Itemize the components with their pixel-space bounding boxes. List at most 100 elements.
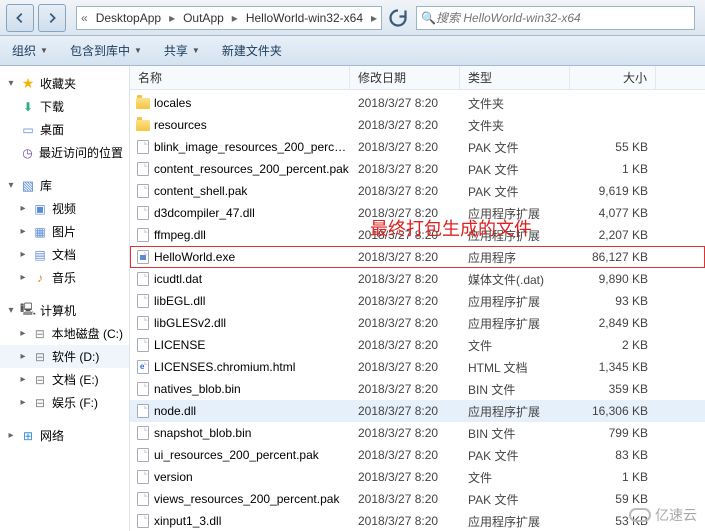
file-row[interactable]: natives_blob.bin2018/3/27 8:20BIN 文件359 … [130, 378, 705, 400]
chevron-left-icon[interactable]: « [79, 11, 90, 25]
picture-icon: ▦ [32, 224, 48, 240]
file-row[interactable]: HelloWorld.exe2018/3/27 8:20应用程序86,127 K… [130, 246, 705, 268]
file-date: 2018/3/27 8:20 [350, 118, 460, 132]
expand-icon[interactable]: ▸ [18, 351, 28, 362]
file-row[interactable]: d3dcompiler_47.dll2018/3/27 8:20应用程序扩展4,… [130, 202, 705, 224]
breadcrumb-part[interactable]: DesktopApp [90, 9, 167, 27]
share-menu[interactable]: 共享▼ [164, 42, 200, 59]
tree-drive-e[interactable]: ▸⊟文档 (E:) [0, 368, 129, 391]
file-row[interactable]: xinput1_3.dll2018/3/27 8:20应用程序扩展53 KB [130, 510, 705, 531]
tree-drive-d[interactable]: ▸⊟软件 (D:) [0, 345, 129, 368]
collapse-icon[interactable]: ▾ [6, 305, 16, 316]
include-menu[interactable]: 包含到库中▼ [70, 42, 142, 59]
file-row[interactable]: resources2018/3/27 8:20文件夹 [130, 114, 705, 136]
tree-downloads[interactable]: ⬇下载 [0, 95, 129, 118]
chevron-right-icon: ▸ [369, 11, 379, 25]
file-size: 4,077 KB [570, 206, 648, 220]
breadcrumb[interactable]: « DesktopApp ▸ OutApp ▸ HelloWorld-win32… [76, 6, 382, 30]
tree-documents[interactable]: ▸▤文档 [0, 243, 129, 266]
drive-icon: ⊟ [32, 372, 48, 388]
tree-music[interactable]: ▸♪音乐 [0, 266, 129, 289]
main-area: ▾★收藏夹 ⬇下载 ▭桌面 ◷最近访问的位置 ▾▧库 ▸▣视频 ▸▦图片 ▸▤文… [0, 66, 705, 531]
expand-icon[interactable]: ▸ [18, 203, 28, 214]
file-name: snapshot_blob.bin [152, 426, 350, 440]
file-date: 2018/3/27 8:20 [350, 250, 460, 264]
file-icon [137, 162, 149, 176]
expand-icon[interactable]: ▸ [18, 397, 28, 408]
file-row[interactable]: ffmpeg.dll2018/3/27 8:20应用程序扩展2,207 KB [130, 224, 705, 246]
chevron-down-icon: ▼ [40, 46, 48, 55]
tree-pictures[interactable]: ▸▦图片 [0, 220, 129, 243]
file-date: 2018/3/27 8:20 [350, 448, 460, 462]
file-row[interactable]: libGLESv2.dll2018/3/27 8:20应用程序扩展2,849 K… [130, 312, 705, 334]
expand-icon[interactable]: ▸ [18, 226, 28, 237]
file-row[interactable]: views_resources_200_percent.pak2018/3/27… [130, 488, 705, 510]
expand-icon[interactable]: ▸ [18, 249, 28, 260]
tree-label: 娱乐 (F:) [52, 394, 98, 411]
file-icon [137, 140, 149, 154]
file-name: xinput1_3.dll [152, 514, 350, 528]
file-date: 2018/3/27 8:20 [350, 96, 460, 110]
col-size-header[interactable]: 大小 [570, 66, 656, 89]
file-row[interactable]: version2018/3/27 8:20文件1 KB [130, 466, 705, 488]
tree-desktop[interactable]: ▭桌面 [0, 118, 129, 141]
file-date: 2018/3/27 8:20 [350, 470, 460, 484]
column-headers: 名称 修改日期 类型 大小 [130, 66, 705, 90]
tree-label: 收藏夹 [40, 75, 76, 92]
search-box[interactable]: 🔍 [416, 6, 695, 30]
tree-recent[interactable]: ◷最近访问的位置 [0, 141, 129, 164]
file-row[interactable]: blink_image_resources_200_percent.p...20… [130, 136, 705, 158]
file-row[interactable]: locales2018/3/27 8:20文件夹 [130, 92, 705, 114]
new-folder-button[interactable]: 新建文件夹 [222, 42, 282, 59]
file-name: node.dll [152, 404, 350, 418]
tree-network[interactable]: ▸⊞网络 [0, 424, 129, 447]
file-row[interactable]: ui_resources_200_percent.pak2018/3/27 8:… [130, 444, 705, 466]
chevron-right-icon: ▸ [167, 11, 177, 25]
tree-libraries[interactable]: ▾▧库 [0, 174, 129, 197]
file-row[interactable]: libEGL.dll2018/3/27 8:20应用程序扩展93 KB [130, 290, 705, 312]
watermark: 亿速云 [629, 505, 697, 525]
col-date-header[interactable]: 修改日期 [350, 66, 460, 89]
include-label: 包含到库中 [70, 42, 130, 59]
breadcrumb-part[interactable]: OutApp [177, 9, 230, 27]
video-icon: ▣ [32, 201, 48, 217]
exe-icon [137, 250, 149, 264]
file-row[interactable]: icudtl.dat2018/3/27 8:20媒体文件(.dat)9,890 … [130, 268, 705, 290]
tree-favorites[interactable]: ▾ ★收藏夹 [0, 72, 129, 95]
file-list: 名称 修改日期 类型 大小 locales2018/3/27 8:20文件夹re… [130, 66, 705, 531]
refresh-button[interactable] [386, 6, 410, 30]
file-size: 83 KB [570, 448, 648, 462]
star-icon: ★ [20, 76, 36, 92]
tree-computer[interactable]: ▾🖳计算机 [0, 299, 129, 322]
file-row[interactable]: LICENSE2018/3/27 8:20文件2 KB [130, 334, 705, 356]
file-row[interactable]: snapshot_blob.bin2018/3/27 8:20BIN 文件799… [130, 422, 705, 444]
search-input[interactable] [436, 11, 690, 25]
expand-icon[interactable]: ▸ [6, 430, 16, 441]
file-icon [137, 382, 149, 396]
tree-drive-f[interactable]: ▸⊟娱乐 (F:) [0, 391, 129, 414]
col-name-header[interactable]: 名称 [130, 66, 350, 89]
expand-icon[interactable]: ▸ [18, 272, 28, 283]
computer-icon: 🖳 [20, 303, 36, 319]
file-row[interactable]: content_shell.pak2018/3/27 8:20PAK 文件9,6… [130, 180, 705, 202]
tree-drive-c[interactable]: ▸⊟本地磁盘 (C:) [0, 322, 129, 345]
file-icon [137, 316, 149, 330]
expand-icon[interactable]: ▸ [18, 374, 28, 385]
tree-videos[interactable]: ▸▣视频 [0, 197, 129, 220]
file-icon [137, 228, 149, 242]
col-type-header[interactable]: 类型 [460, 66, 570, 89]
forward-button[interactable] [38, 4, 66, 32]
collapse-icon[interactable]: ▾ [6, 180, 16, 191]
file-type: 文件 [460, 337, 570, 354]
collapse-icon[interactable]: ▾ [6, 78, 16, 89]
file-name: LICENSES.chromium.html [152, 360, 350, 374]
expand-icon[interactable]: ▸ [18, 328, 28, 339]
file-row[interactable]: node.dll2018/3/27 8:20应用程序扩展16,306 KB [130, 400, 705, 422]
organize-label: 组织 [12, 42, 36, 59]
nav-toolbar: « DesktopApp ▸ OutApp ▸ HelloWorld-win32… [0, 0, 705, 36]
organize-menu[interactable]: 组织 ▼ [12, 42, 48, 59]
breadcrumb-part[interactable]: HelloWorld-win32-x64 [240, 9, 369, 27]
file-row[interactable]: content_resources_200_percent.pak2018/3/… [130, 158, 705, 180]
file-row[interactable]: LICENSES.chromium.html2018/3/27 8:20HTML… [130, 356, 705, 378]
back-button[interactable] [6, 4, 34, 32]
